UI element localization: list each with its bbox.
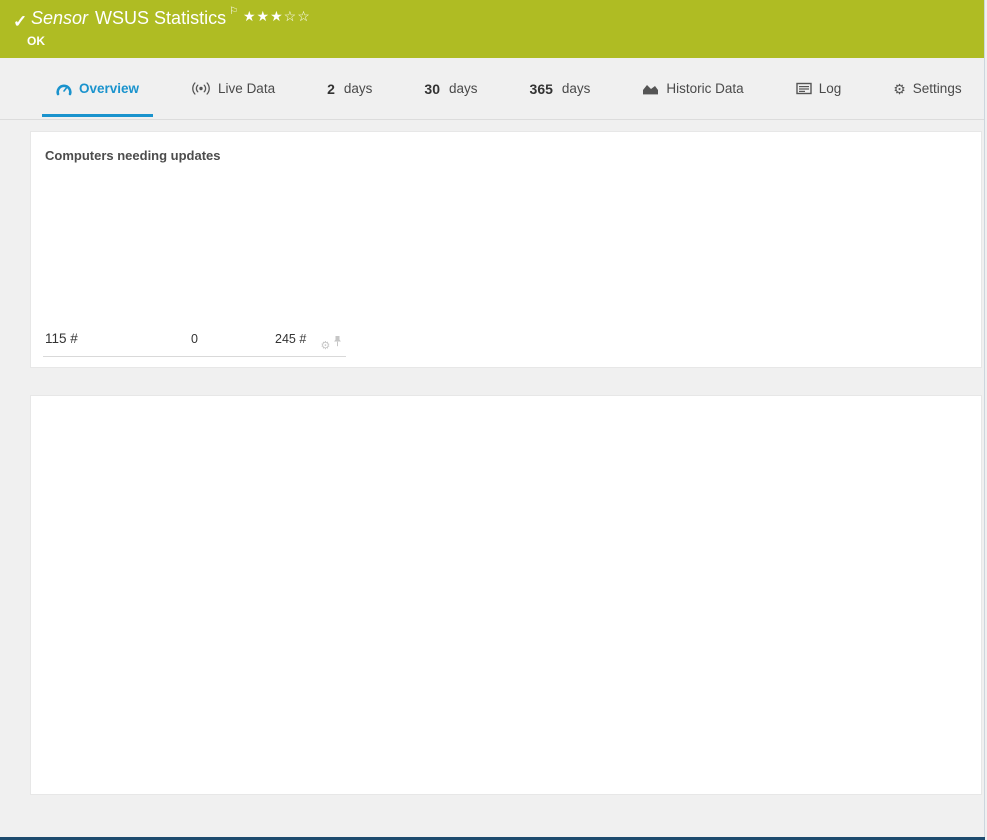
sensor-title-line: Sensor WSUS Statistics⚐ — [31, 8, 238, 29]
tab-day-count: 2 — [327, 81, 335, 97]
gauge-icon — [56, 82, 72, 96]
main-gauge-title: Computers needing updates — [45, 148, 221, 163]
tab-label: Log — [819, 81, 842, 96]
sensor-header-banner: ✓ Sensor WSUS Statistics⚐ ★★★☆☆ OK — [0, 0, 984, 58]
status-ok-check-icon: ✓ — [13, 12, 27, 32]
page-title: WSUS Statistics — [95, 8, 226, 28]
tab-label: days — [344, 81, 373, 96]
tab-label: days — [449, 81, 478, 96]
sensor-page: ✓ Sensor WSUS Statistics⚐ ★★★☆☆ OK Overvi… — [0, 0, 985, 840]
tab-day-count: 30 — [424, 81, 440, 97]
area-chart-icon — [642, 82, 659, 95]
priority-flag-icon[interactable]: ⚐ — [229, 6, 238, 17]
tab-2-days[interactable]: 2 days — [301, 58, 398, 119]
gear-icon: ⚙ — [893, 82, 906, 96]
gauges-panel: Computers needing updates 115 # 0 245 # … — [30, 131, 982, 368]
tab-label: Live Data — [218, 81, 275, 96]
sensor-status-text: OK — [27, 34, 45, 48]
priority-stars[interactable]: ★★★☆☆ — [243, 8, 311, 25]
channel-table-panel — [30, 395, 982, 795]
log-list-icon — [796, 82, 812, 95]
main-gauge-min-label: 0 — [191, 332, 198, 346]
broadcast-icon — [191, 82, 211, 95]
tab-day-count: 365 — [530, 81, 553, 97]
tab-30-days[interactable]: 30 days — [398, 58, 503, 119]
tab-365-days[interactable]: 365 days — [504, 58, 617, 119]
tab-settings[interactable]: ⚙ Settings — [867, 58, 987, 119]
gauge-pin-icon[interactable] — [333, 334, 342, 352]
tab-live-data[interactable]: Live Data — [165, 58, 301, 119]
main-gauge-max-label: 245 # — [275, 332, 306, 346]
tab-label: Historic Data — [666, 81, 743, 96]
tab-label: days — [562, 81, 591, 96]
tab-label: Overview — [79, 81, 139, 96]
tab-log[interactable]: Log — [770, 58, 868, 119]
tab-historic-data[interactable]: Historic Data — [616, 58, 769, 119]
sensor-kind-label: Sensor — [31, 8, 88, 28]
tab-label: Settings — [913, 81, 962, 96]
tab-overview[interactable]: Overview — [30, 58, 165, 119]
main-gauge-value: 115 # — [45, 331, 78, 346]
gauge-grid: Computers needing updates 115 # 0 245 # … — [43, 138, 969, 357]
main-gauge-cell[interactable]: Computers needing updates 115 # 0 245 # … — [43, 138, 346, 357]
gauge-settings-gear-icon[interactable]: ⚙ — [320, 341, 330, 352]
tab-bar: Overview Live Data 2 days 30 days 365 days Histo… — [0, 58, 984, 120]
